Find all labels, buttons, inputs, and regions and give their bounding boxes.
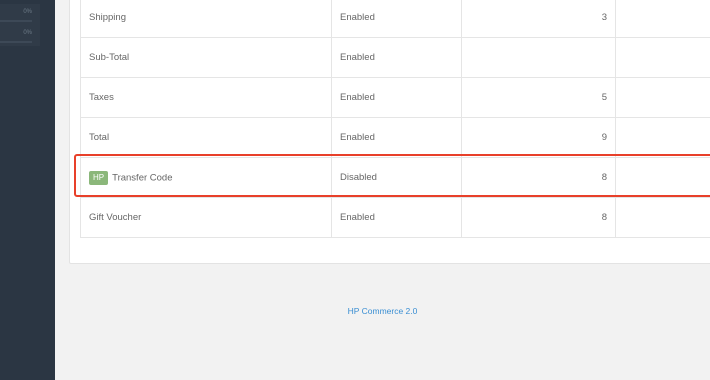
highlight-box bbox=[74, 154, 710, 197]
footer-version-link[interactable]: HP Commerce 2.0 bbox=[0, 306, 710, 316]
extension-action-cell bbox=[615, 0, 710, 38]
extension-status: Enabled bbox=[331, 197, 462, 238]
extension-name: Taxes bbox=[80, 77, 332, 118]
table-row[interactable]: Sub-Total Enabled bbox=[80, 37, 710, 78]
extension-action-cell bbox=[615, 77, 710, 118]
table-row[interactable]: Shipping Enabled 3 bbox=[80, 0, 710, 38]
progress-percent: 0% bbox=[23, 9, 32, 15]
extension-action-cell bbox=[615, 197, 710, 238]
extension-status: Enabled bbox=[331, 0, 462, 38]
extension-sort-order: 5 bbox=[461, 77, 616, 118]
extension-sort-order: 9 bbox=[461, 117, 616, 158]
table-row[interactable]: Total Enabled 9 bbox=[80, 117, 710, 158]
extensions-table: Shipping Enabled 3 Sub-Total Enabled Tax… bbox=[80, 0, 710, 238]
table-row[interactable]: Gift Voucher Enabled 8 bbox=[80, 197, 710, 238]
extension-status: Enabled bbox=[331, 117, 462, 158]
extension-status: Enabled bbox=[331, 77, 462, 118]
progress-track bbox=[0, 41, 32, 43]
extension-action-cell bbox=[615, 37, 710, 78]
extension-status: Enabled bbox=[331, 37, 462, 78]
extension-sort-order: 3 bbox=[461, 0, 616, 38]
extension-name: Sub-Total bbox=[80, 37, 332, 78]
progress-percent: 0% bbox=[23, 30, 32, 36]
extension-name: Gift Voucher bbox=[80, 197, 332, 238]
extension-action-cell bbox=[615, 117, 710, 158]
extension-sort-order bbox=[461, 37, 616, 78]
progress-track bbox=[0, 20, 32, 22]
extension-name: Shipping bbox=[80, 0, 332, 38]
extension-sort-order: 8 bbox=[461, 197, 616, 238]
sidebar: 0% 0% bbox=[0, 0, 55, 380]
extension-name: Total bbox=[80, 117, 332, 158]
table-row[interactable]: Taxes Enabled 5 bbox=[80, 77, 710, 118]
progress-widget: 0% bbox=[0, 25, 40, 46]
progress-widget: 0% bbox=[0, 4, 40, 25]
